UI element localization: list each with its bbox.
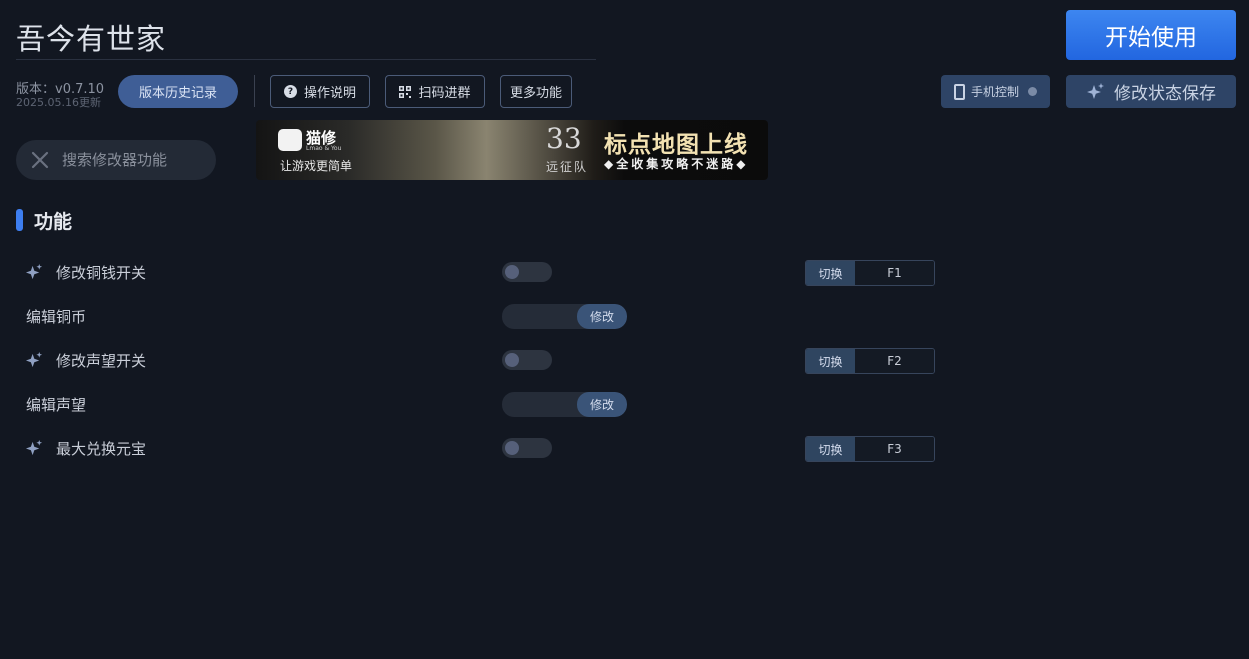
qr-code-icon [399, 85, 412, 98]
game-title: 吾今有世家 [16, 22, 167, 56]
sparkle-icon [1087, 82, 1104, 99]
section-title: 功能 [34, 211, 73, 233]
sparkle-icon [25, 439, 43, 456]
feature-label: 编辑声望 [26, 396, 87, 414]
toggle-knob [505, 353, 519, 367]
feature-label: 最大兑换元宝 [56, 440, 147, 458]
hotkey-control[interactable]: 切换 F3 [805, 436, 935, 462]
search-box[interactable] [16, 140, 216, 180]
banner-brand-sub: Lmao & You [306, 145, 342, 152]
banner-number: 33 [546, 122, 582, 155]
sparkle-icon [25, 263, 43, 280]
banner-slogan: 让游戏更简单 [280, 159, 353, 173]
info-dot-icon [1028, 87, 1037, 96]
hotkey-switch-label[interactable]: 切换 [806, 261, 855, 285]
feature-toggle[interactable] [502, 262, 552, 282]
more-features-button[interactable]: 更多功能 [500, 75, 572, 108]
phone-icon [953, 83, 965, 100]
edit-button[interactable]: 修改 [577, 392, 627, 417]
save-state-button[interactable]: 修改状态保存 [1066, 75, 1236, 108]
version-date: 2025.05.16更新 [16, 96, 101, 109]
value-edit-field[interactable]: 修改 [502, 392, 627, 417]
scan-group-label: 扫码进群 [418, 86, 471, 101]
banner-squad: 远征队 [546, 160, 589, 174]
hotkey-switch-label[interactable]: 切换 [806, 437, 855, 461]
instructions-label: 操作说明 [303, 86, 356, 101]
feature-toggle[interactable] [502, 350, 552, 370]
feature-label: 修改声望开关 [56, 352, 147, 370]
hotkey-control[interactable]: 切换 F2 [805, 348, 935, 374]
banner-subline: ◆全收集攻略不迷路◆ [604, 157, 749, 171]
toolbar-divider [254, 75, 255, 107]
hotkey-switch-label[interactable]: 切换 [806, 349, 855, 373]
save-state-label: 修改状态保存 [1114, 84, 1216, 104]
hotkey-key[interactable]: F2 [855, 349, 934, 373]
scan-group-button[interactable]: 扫码进群 [385, 75, 485, 108]
hotkey-key[interactable]: F1 [855, 261, 934, 285]
help-icon: ? [283, 85, 297, 98]
promo-banner[interactable]: 猫修 Lmao & You 让游戏更简单 33 远征队 标点地图上线 ◆全收集攻… [256, 120, 768, 180]
search-input[interactable] [62, 151, 202, 169]
toggle-knob [505, 265, 519, 279]
feature-label: 修改铜钱开关 [56, 264, 147, 282]
section-marker [16, 209, 23, 231]
version-history-button[interactable]: 版本历史记录 [118, 75, 238, 108]
start-button[interactable]: 开始使用 [1066, 10, 1236, 60]
feature-toggle[interactable] [502, 438, 552, 458]
brand-logo-icon [278, 129, 302, 151]
title-divider [16, 59, 596, 60]
edit-button[interactable]: 修改 [577, 304, 627, 329]
instructions-button[interactable]: ? 操作说明 [270, 75, 370, 108]
phone-control-button[interactable]: 手机控制 [941, 75, 1050, 108]
phone-control-label: 手机控制 [970, 85, 1019, 99]
banner-headline: 标点地图上线 [604, 132, 748, 158]
hotkey-key[interactable]: F3 [855, 437, 934, 461]
toggle-knob [505, 441, 519, 455]
tools-icon [31, 151, 49, 169]
sparkle-icon [25, 351, 43, 368]
value-edit-field[interactable]: 修改 [502, 304, 627, 329]
hotkey-control[interactable]: 切换 F1 [805, 260, 935, 286]
feature-label: 编辑铜币 [26, 308, 87, 326]
